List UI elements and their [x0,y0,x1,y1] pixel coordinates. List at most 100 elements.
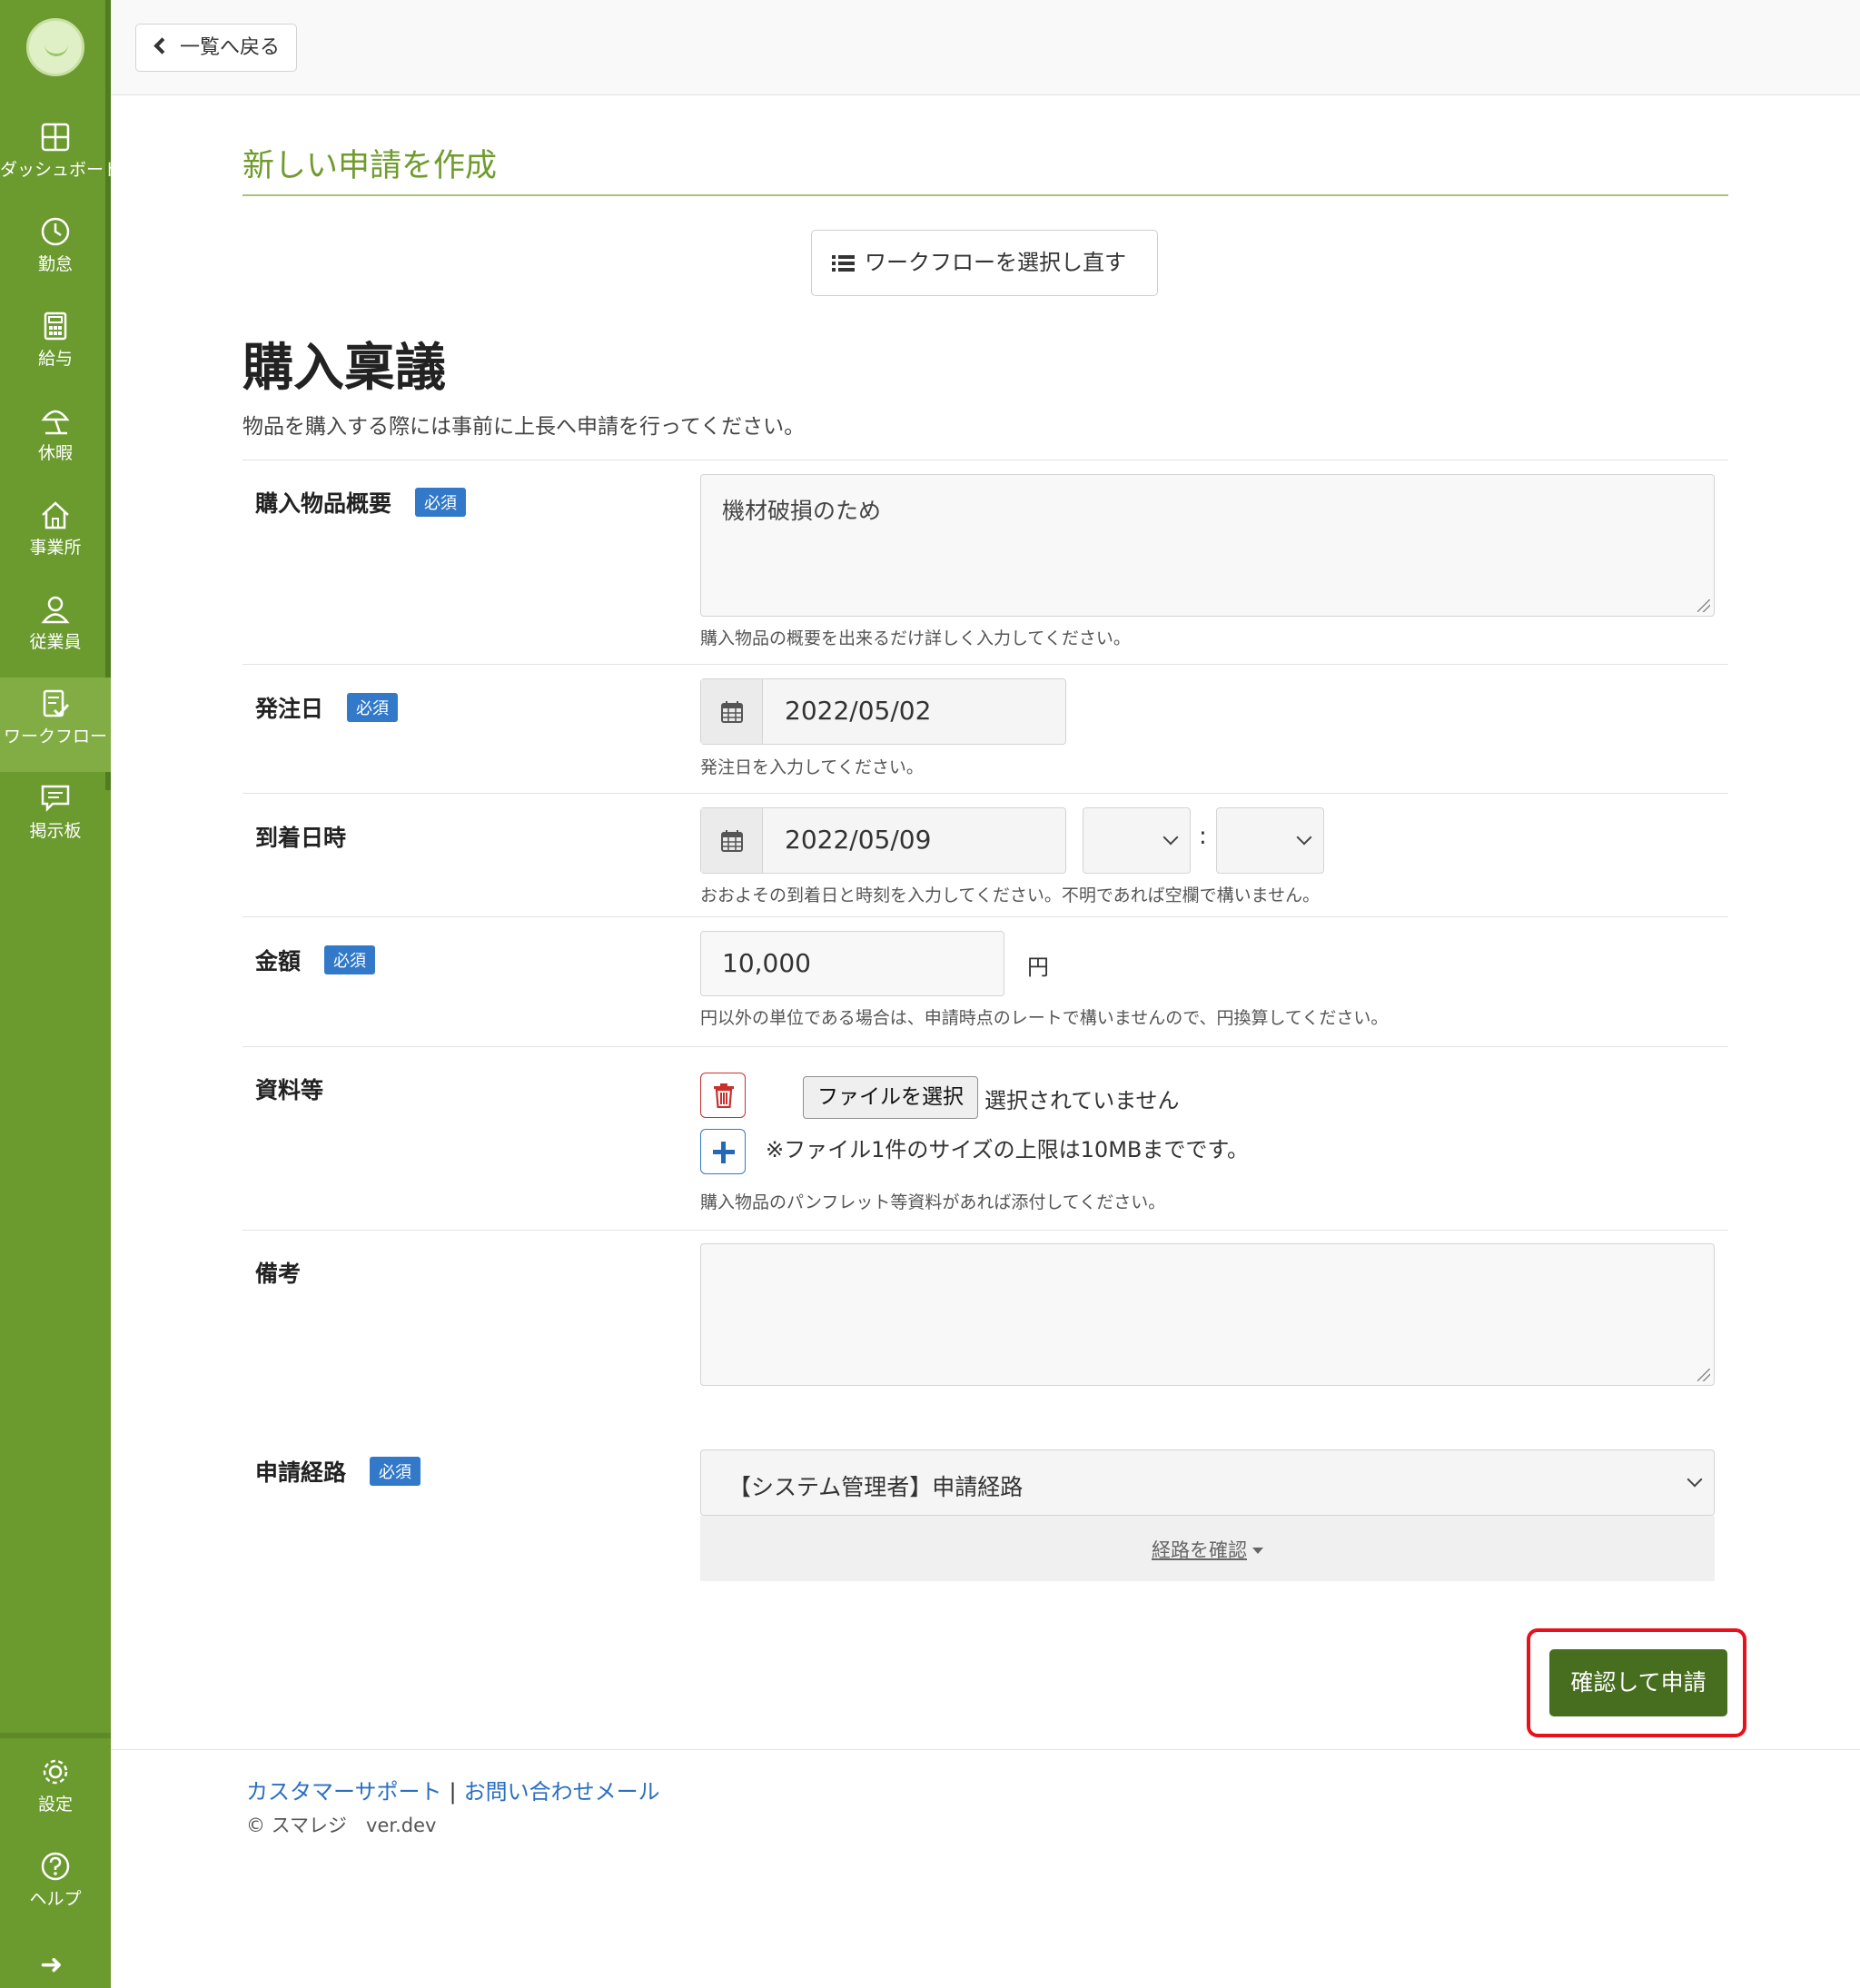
calendar-addon[interactable] [701,808,763,873]
sidebar-item-label: 休暇 [37,443,73,463]
chevron-down-icon [1296,829,1312,846]
form-description: 物品を購入する際には事前に上長へ申請を行ってください。 [242,415,806,439]
dashboard-icon [41,123,70,152]
workflow-icon [43,689,70,717]
form-title: 購入稟議 [242,339,446,398]
summary-help: 購入物品の概要を出来るだけ詳しく入力してください。 [700,628,1131,648]
beach-umbrella-icon [41,410,70,435]
caret-down-icon [1252,1548,1263,1554]
attachments-label: 資料等 [255,1077,324,1103]
required-badge: 必須 [347,693,399,722]
required-badge: 必須 [415,488,467,517]
page-title: 新しい申請を作成 [242,148,498,184]
delete-attachment-button[interactable] [700,1073,746,1118]
copyright: © スマレジ ver.dev [246,1815,437,1836]
sidebar-item-label: ワークフロー [3,727,107,747]
trash-icon [714,1083,734,1108]
sidebar-item-label: 勤怠 [37,254,73,274]
amount-help: 円以外の単位である場合は、申請時点のレートで構いませんので、円換算してください。 [700,1008,1389,1028]
summary-value: 機材破損のため [722,498,882,524]
sidebar-item-label: ダッシュボード [0,160,122,180]
route-check-panel: 経路を確認 [700,1516,1715,1581]
help-icon [41,1852,70,1881]
amount-label: 金額 必須 [255,944,376,976]
order-date-label-text: 発注日 [255,696,324,722]
row-divider [242,1230,1728,1231]
choose-file-button[interactable]: ファイルを選択 [803,1076,978,1119]
arrival-help: おおよその到着日と時刻を入力してください。不明であれば空欄で構いません。 [700,885,1321,905]
reselect-workflow-button[interactable]: ワークフローを選択し直す [811,230,1158,296]
sidebar-item-workflow[interactable]: ワークフロー [0,678,111,772]
remarks-textarea[interactable] [700,1243,1715,1386]
resize-handle[interactable] [1697,1369,1710,1381]
chevron-down-icon [1687,1471,1703,1488]
required-badge: 必須 [324,945,376,974]
arrival-date-input[interactable]: 2022/05/09 [700,807,1066,874]
calendar-addon[interactable] [701,679,763,744]
check-route-link[interactable]: 経路を確認 [1152,1536,1263,1563]
order-date-input[interactable]: 2022/05/02 [700,678,1066,745]
user-icon [41,596,70,624]
sidebar-item-label: 従業員 [29,632,82,652]
sidebar-divider [0,1733,111,1738]
route-label-text: 申請経路 [255,1459,347,1486]
time-separator: : [1199,823,1207,850]
confirm-submit-button[interactable]: 確認して申請 [1549,1649,1727,1716]
route-label: 申請経路 必須 [255,1455,421,1488]
sidebar-item-office[interactable]: 事業所 [0,489,111,583]
check-route-label: 経路を確認 [1152,1539,1247,1561]
customer-support-link[interactable]: カスタマーサポート [246,1779,442,1805]
route-select[interactable]: 【システム管理者】申請経路 [700,1449,1715,1516]
sidebar-item-payroll[interactable]: 給与 [0,300,111,394]
calculator-icon [44,312,67,341]
route-select-value: 【システム管理者】申請経路 [728,1474,1024,1500]
arrival-date-value: 2022/05/09 [785,825,932,855]
footer-links: カスタマーサポート | お問い合わせメール [246,1774,660,1805]
topbar: 一覧へ戻る [111,0,1860,95]
row-divider [242,664,1728,665]
clock-icon [41,217,70,246]
chevron-left-icon [153,37,171,54]
back-to-list-button[interactable]: 一覧へ戻る [135,24,297,72]
arrow-right-icon[interactable]: ➜ [40,1949,63,1981]
sidebar-item-employees[interactable]: 従業員 [0,583,111,678]
contact-mail-link[interactable]: お問い合わせメール [464,1779,660,1805]
title-divider [242,194,1728,196]
user-avatar[interactable] [26,18,84,76]
attachments-help: 購入物品のパンフレット等資料があれば添付してください。 [700,1192,1166,1212]
reselect-workflow-label: ワークフローを選択し直す [865,250,1126,275]
summary-label-text: 購入物品概要 [255,490,392,517]
row-divider [242,916,1728,917]
amount-unit: 円 [1027,954,1049,980]
sidebar-item-attendance[interactable]: 勤怠 [0,205,111,300]
chevron-down-icon [1162,829,1179,846]
sidebar-item-settings[interactable]: 設定 [0,1746,111,1840]
order-date-help: 発注日を入力してください。 [700,757,924,777]
row-divider [242,793,1728,794]
arrival-minute-select[interactable] [1216,807,1324,874]
sidebar-item-label: 掲示板 [29,821,82,841]
list-icon [832,255,855,272]
arrival-label: 到着日時 [255,825,347,851]
footer-separator: | [449,1779,457,1805]
amount-label-text: 金額 [255,948,302,974]
back-button-label: 一覧へ戻る [180,36,281,59]
summary-textarea[interactable]: 機材破損のため [700,474,1715,617]
sidebar-item-board[interactable]: 掲示板 [0,772,111,866]
sidebar-item-help[interactable]: ヘルプ [0,1840,111,1934]
arrival-hour-select[interactable] [1083,807,1191,874]
sidebar-item-leave[interactable]: 休暇 [0,394,111,489]
sidebar-item-label: 設定 [37,1795,73,1815]
gear-icon [43,1759,68,1785]
message-icon [41,785,70,813]
sidebar-item-label: 給与 [37,349,73,369]
home-icon [42,501,69,529]
file-size-note: ※ファイル1件のサイズの上限は10MBまでです。 [766,1137,1249,1162]
amount-input[interactable]: 10,000 [700,931,1004,996]
resize-handle[interactable] [1697,599,1710,612]
sidebar-item-dashboard[interactable]: ダッシュボード [0,111,122,205]
remarks-label: 備考 [255,1261,302,1287]
add-attachment-button[interactable] [700,1129,746,1174]
summary-label: 購入物品概要 必須 [255,486,467,519]
sidebar: ダッシュボード 勤怠 給与 休暇 事業所 従業員 ワークフロー 掲示板 設定 ヘ… [0,0,122,1988]
